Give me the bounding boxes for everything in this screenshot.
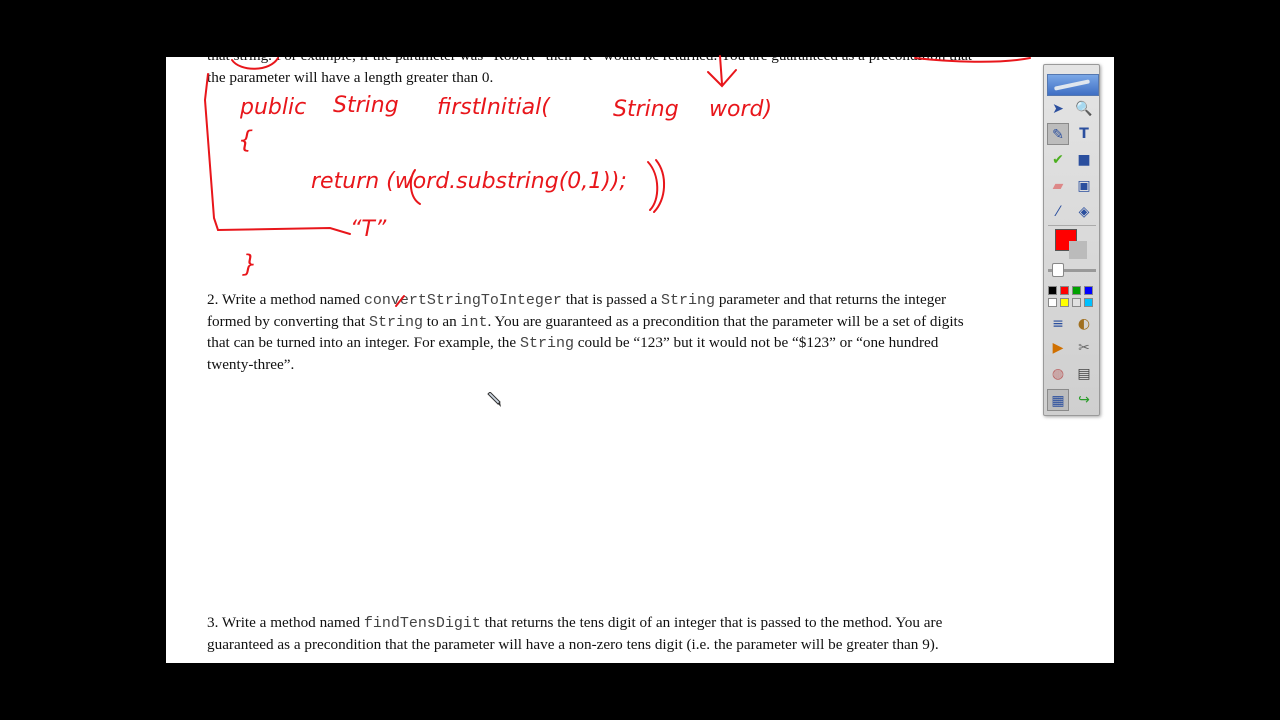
- save-icon[interactable]: ▤: [1073, 363, 1095, 385]
- screen-icon[interactable]: ▦: [1047, 389, 1069, 411]
- palette-multicolor[interactable]: [1084, 298, 1093, 307]
- palette-yellow[interactable]: [1060, 298, 1069, 307]
- ink-arrow: [707, 55, 737, 88]
- ink-public: public: [239, 95, 306, 120]
- palette-white[interactable]: [1048, 298, 1057, 307]
- text-icon[interactable]: T: [1073, 123, 1095, 145]
- select-icon[interactable]: ➤: [1047, 98, 1069, 120]
- ink-paren-close: [647, 159, 665, 213]
- ink-annotation-T: “T”: [350, 217, 387, 242]
- ink-method: firstInitial(: [437, 95, 551, 120]
- tools-icon[interactable]: ✂: [1073, 337, 1095, 359]
- ink-word: word): [709, 97, 772, 122]
- palette-blue[interactable]: [1084, 286, 1093, 295]
- palette-gray[interactable]: [1072, 298, 1081, 307]
- ink-brace-close: }: [242, 250, 257, 278]
- pen-cursor-icon: [487, 392, 501, 407]
- ink-brace-open: {: [238, 126, 253, 154]
- toolbar-divider: [1048, 225, 1096, 226]
- palette-red[interactable]: [1060, 286, 1069, 295]
- palette-black[interactable]: [1048, 286, 1057, 295]
- ink-tick: [395, 295, 405, 307]
- annotation-toolbar[interactable]: ➤ 🔍 ✎ T ✔ ■ ▰ ▣ ⁄ ◈ ≡ ◐ ▶ ✂ ◍ ▤ ▦ ↪: [1043, 64, 1100, 416]
- line-style-icon[interactable]: ≡: [1047, 313, 1069, 335]
- record-icon[interactable]: ▶: [1047, 337, 1069, 359]
- zoom-icon[interactable]: 🔍: [1073, 98, 1095, 120]
- ink-string: String: [333, 93, 399, 118]
- eraser-icon[interactable]: ▰: [1047, 175, 1069, 197]
- stamp-icon[interactable]: ◐: [1073, 313, 1095, 335]
- undo-icon[interactable]: ◍: [1047, 363, 1069, 385]
- palette-green[interactable]: [1072, 286, 1081, 295]
- pen-icon[interactable]: ✎: [1047, 123, 1069, 145]
- secondary-color-swatch[interactable]: [1069, 241, 1087, 259]
- shape-icon[interactable]: ■: [1073, 149, 1095, 171]
- ink-underline: [914, 57, 1031, 63]
- export-icon[interactable]: ↪: [1073, 389, 1095, 411]
- ink-string-param: String: [613, 97, 679, 122]
- size-slider-thumb[interactable]: [1052, 263, 1064, 277]
- image-icon[interactable]: ▣: [1073, 175, 1095, 197]
- pipette-icon[interactable]: ⁄: [1047, 201, 1069, 223]
- highlighter-icon[interactable]: ✔: [1047, 149, 1069, 171]
- fill-icon[interactable]: ◈: [1073, 201, 1095, 223]
- pen-preview-icon: [1053, 79, 1091, 91]
- ink-return: return (word.substring(0,1));: [311, 169, 627, 194]
- toolbar-header[interactable]: [1047, 74, 1099, 96]
- ink-circle-string: [231, 57, 279, 70]
